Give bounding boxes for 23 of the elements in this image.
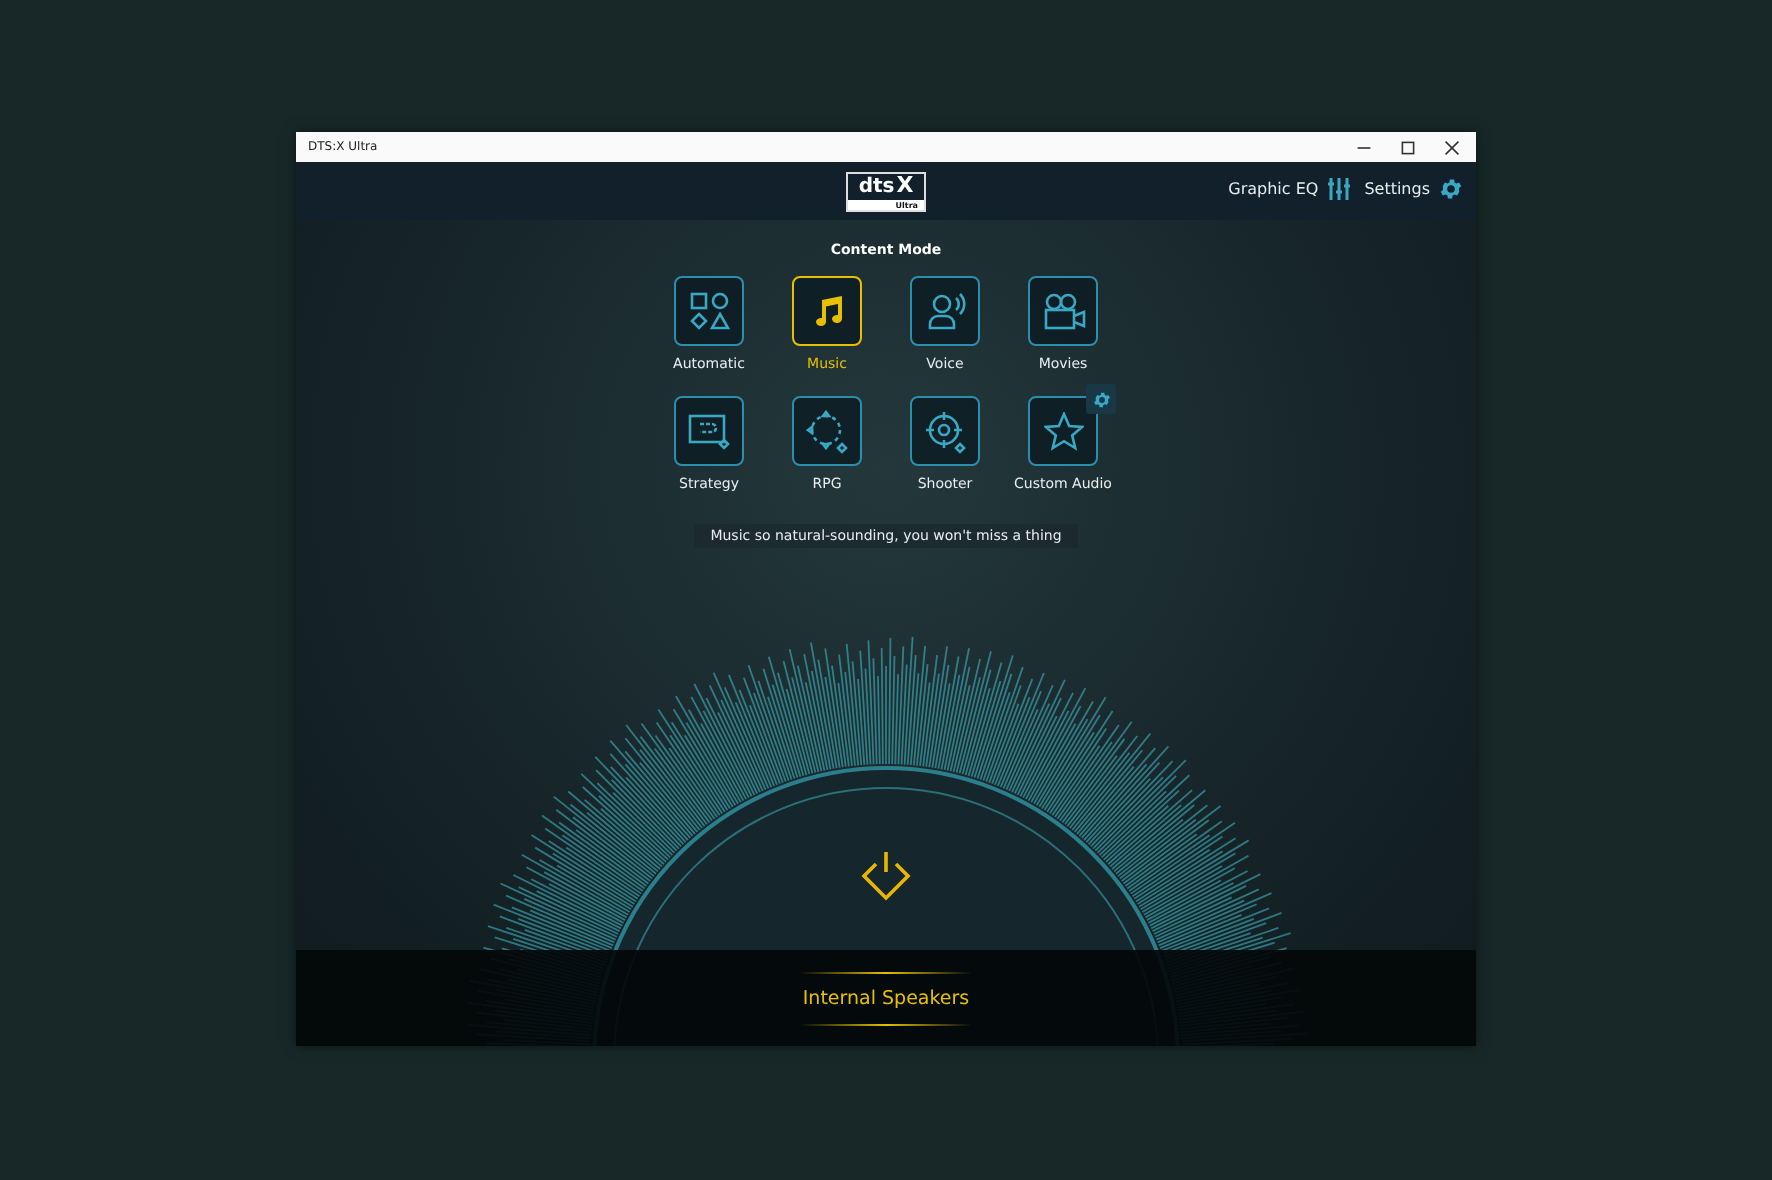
- crosshair-icon: [923, 409, 967, 453]
- settings-badge-icon[interactable]: [1086, 384, 1116, 414]
- maximize-icon[interactable]: [1400, 139, 1416, 155]
- voice-icon: [925, 291, 965, 331]
- power-icon[interactable]: [858, 848, 914, 904]
- equalizer-icon: [1326, 176, 1353, 202]
- mode-tile[interactable]: [674, 396, 744, 466]
- video-camera-icon: [1041, 291, 1085, 331]
- mode-tile[interactable]: [1028, 396, 1098, 466]
- mode-tile[interactable]: [674, 276, 744, 346]
- mode-tile[interactable]: [792, 396, 862, 466]
- mode-tile[interactable]: [792, 276, 862, 346]
- mode-tile[interactable]: [1028, 276, 1098, 346]
- map-icon: [687, 411, 731, 451]
- header-link[interactable]: Graphic EQ: [1228, 176, 1353, 202]
- header-link[interactable]: Settings: [1364, 176, 1464, 202]
- shapes-icon: [689, 291, 729, 331]
- mode-tile[interactable]: [910, 276, 980, 346]
- close-icon[interactable]: [1444, 139, 1460, 155]
- settings-icon: [1438, 176, 1464, 202]
- device-name[interactable]: Internal Speakers: [802, 987, 970, 1009]
- mode-tile[interactable]: [910, 396, 980, 466]
- star-icon: [1043, 411, 1083, 451]
